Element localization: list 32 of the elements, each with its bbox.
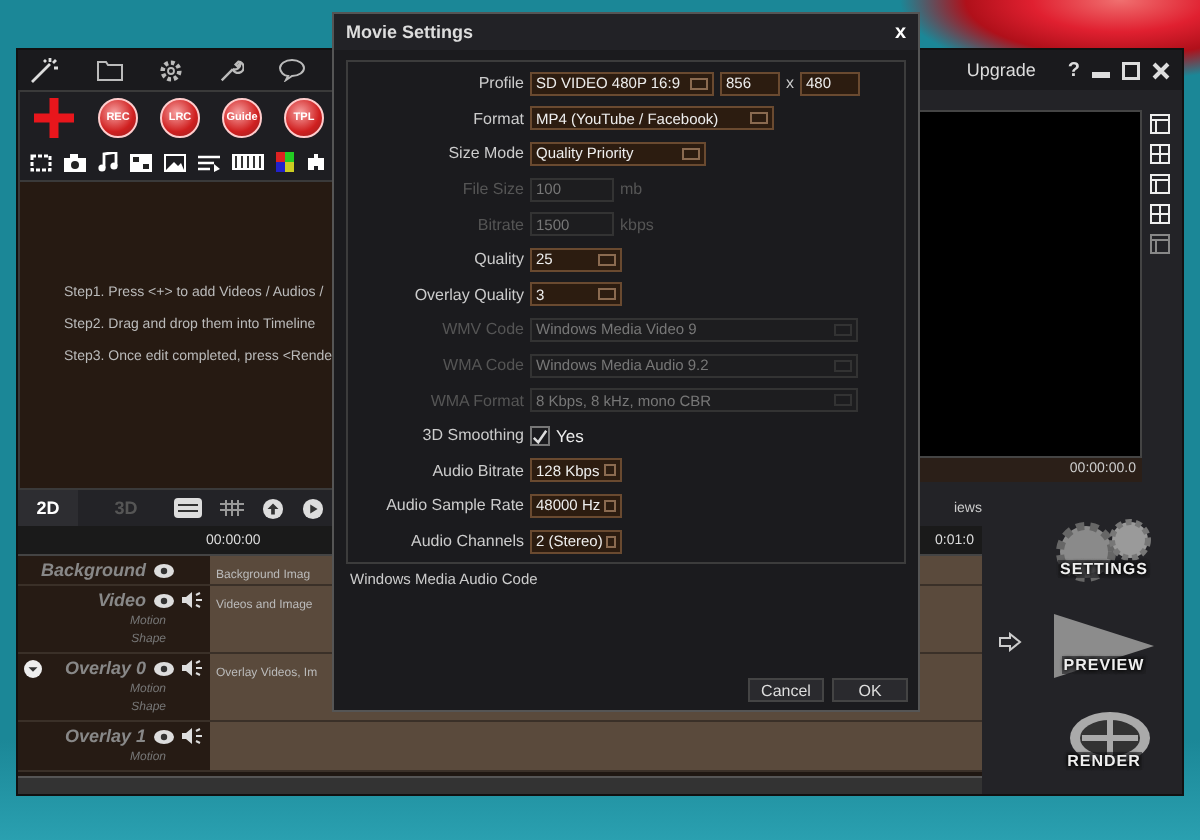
field-label: Audio Bitrate	[430, 461, 524, 480]
track-name: Background	[40, 560, 146, 580]
unit-label: kbps	[620, 215, 654, 234]
upgrade-link[interactable]: Upgrade	[966, 60, 1036, 80]
separator-text: x	[786, 74, 794, 93]
dialog-button[interactable]: Cancel	[748, 678, 824, 702]
field-label: WMV Code	[440, 320, 524, 339]
field-label: Audio Channels	[409, 532, 524, 551]
field-label: Audio Sample Rate	[384, 496, 524, 515]
field-label: Overlay Quality	[412, 285, 524, 304]
track-name: Overlay 0	[64, 658, 146, 678]
field-label: WMA Format	[428, 391, 524, 410]
field-label: WMA Code	[441, 356, 524, 375]
track-name: Video	[97, 590, 146, 610]
field-label: 3D Smoothing	[420, 426, 524, 445]
track-name: Overlay 1	[64, 726, 146, 746]
field-label: Quality	[472, 250, 524, 269]
unit-label: mb	[620, 180, 643, 199]
action-button[interactable]: PREVIEW	[1042, 612, 1166, 684]
field-label: Profile	[476, 74, 524, 93]
field-label: File Size	[460, 180, 524, 199]
close-button[interactable]: x	[894, 21, 906, 43]
view-tab[interactable]: 2D	[18, 490, 78, 526]
action-button[interactable]: SETTINGS	[1042, 516, 1166, 588]
dialog-title: Movie Settings	[346, 22, 476, 42]
action-button[interactable]: RENDER	[1042, 708, 1166, 780]
help-button[interactable]: ?	[1067, 59, 1080, 81]
field-label: Size Mode	[446, 144, 524, 163]
field-label: Bitrate	[475, 215, 524, 234]
checkbox-label: Yes	[556, 425, 584, 446]
dialog-button[interactable]: OK	[832, 678, 908, 702]
field-label: Format	[471, 109, 524, 128]
